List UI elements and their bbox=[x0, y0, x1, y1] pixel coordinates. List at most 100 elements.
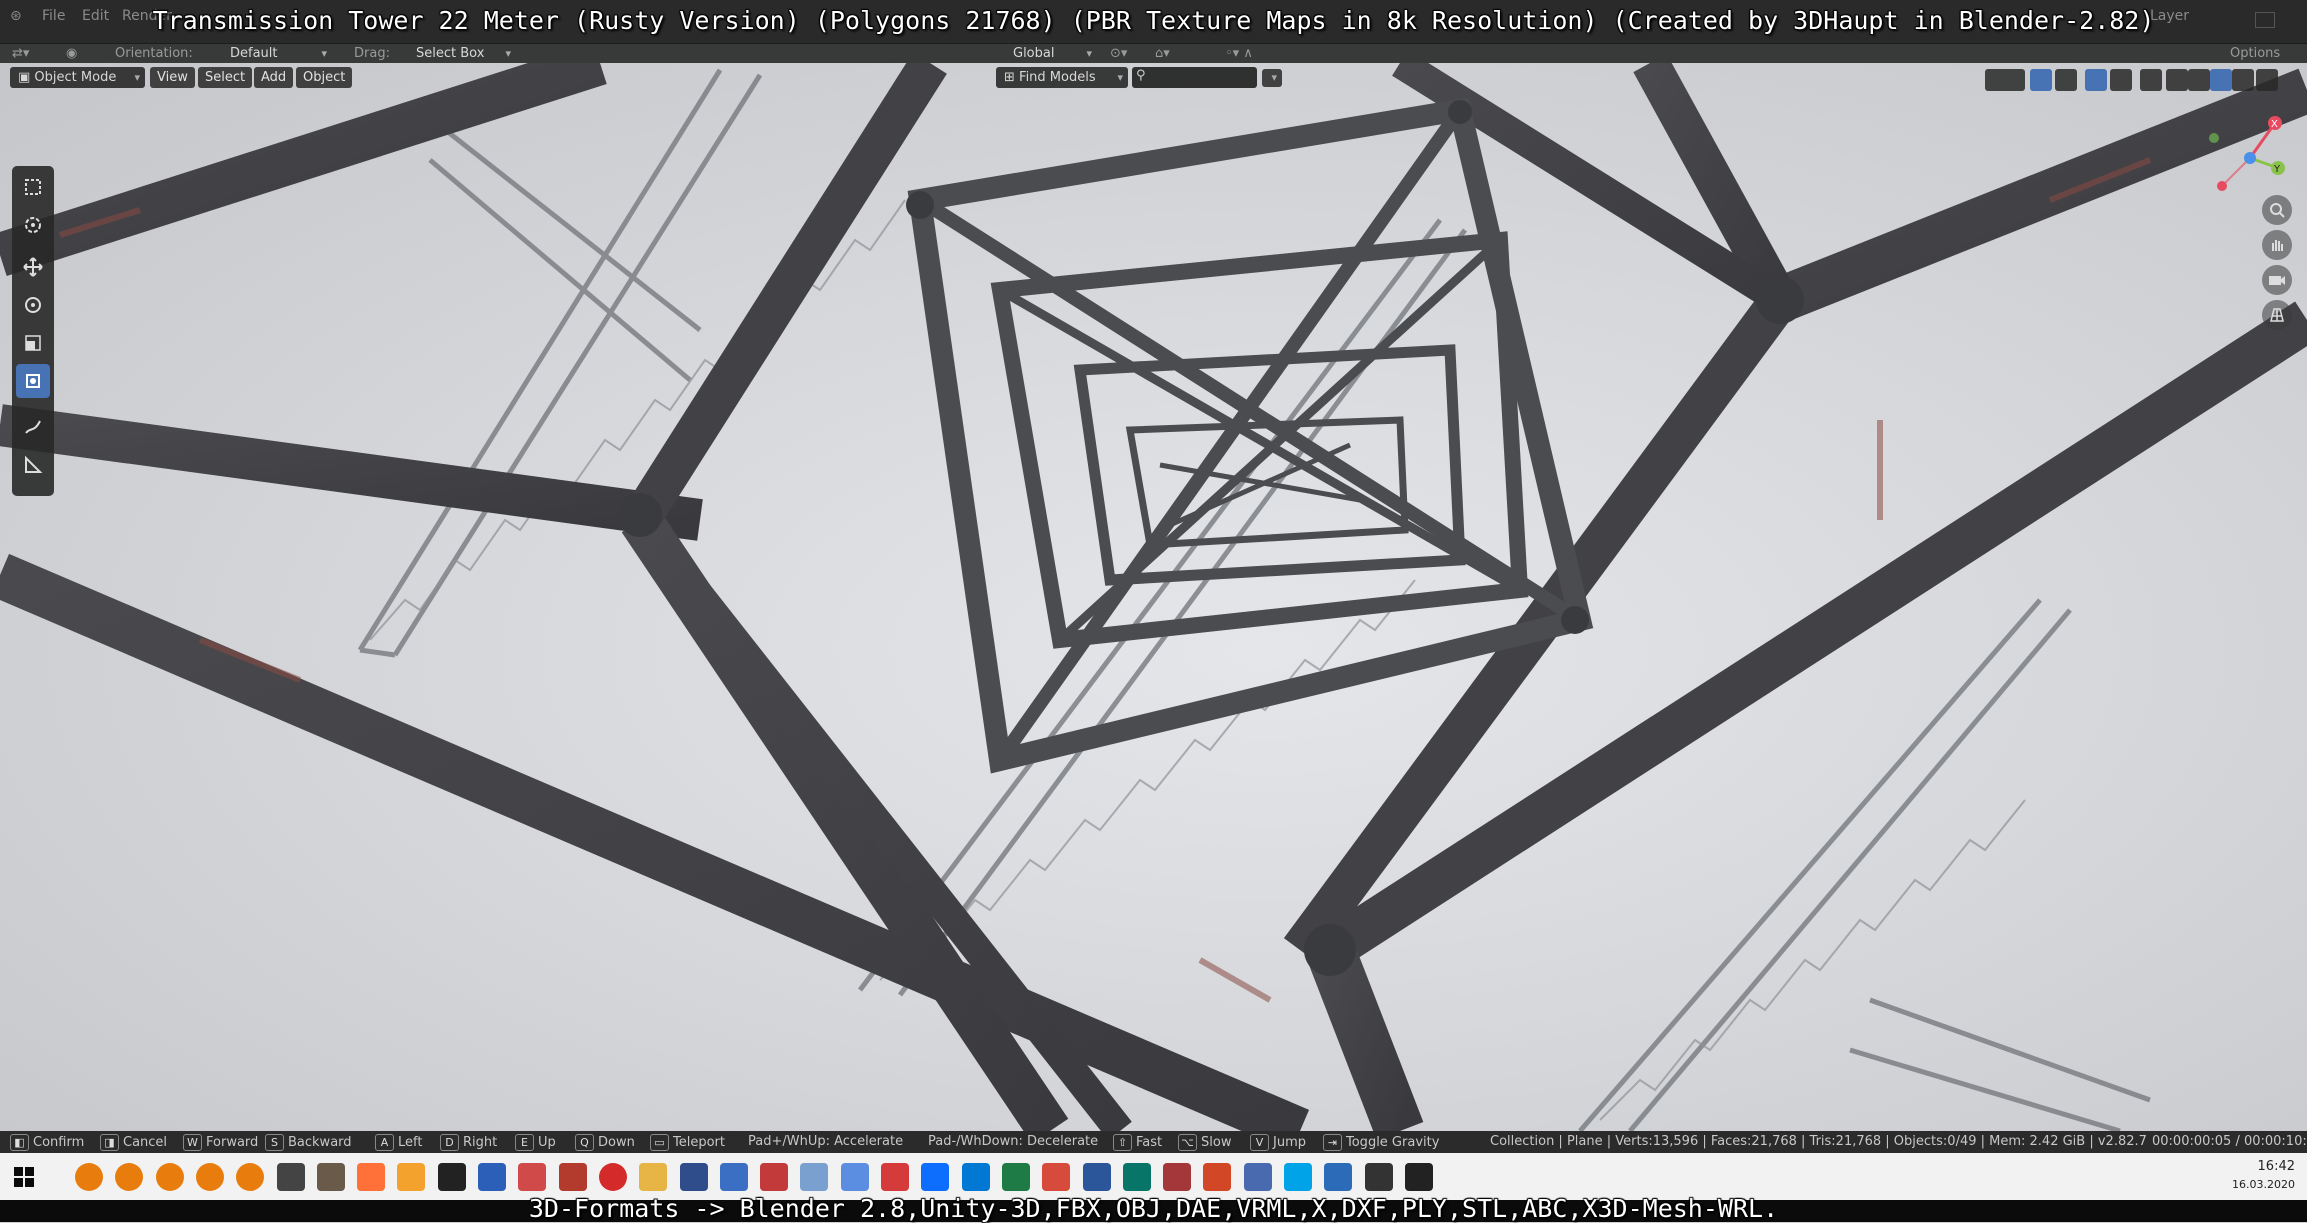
taskbar-app-icon[interactable] bbox=[397, 1163, 426, 1191]
find-models-icon: ⊞ bbox=[1004, 70, 1020, 85]
scale-icon[interactable] bbox=[16, 326, 50, 360]
view-layer-label[interactable]: Layer bbox=[2150, 8, 2189, 24]
taskbar-app-icon[interactable] bbox=[1001, 1163, 1030, 1191]
clock-time[interactable]: 16:42 bbox=[2258, 1159, 2295, 1174]
3d-viewport[interactable]: ▣ Object Mode View Select Add Object ⊞ F… bbox=[0, 63, 2307, 1131]
taskbar-app-icon[interactable] bbox=[437, 1163, 466, 1191]
status-hint-forward: W Forward bbox=[183, 1134, 258, 1151]
measure-icon[interactable] bbox=[16, 448, 50, 482]
snap-icon[interactable]: ⌂▾ bbox=[1155, 46, 1170, 61]
pan-hand-icon[interactable] bbox=[2262, 230, 2292, 260]
find-models-dropdown[interactable]: ⊞ Find Models bbox=[996, 67, 1128, 88]
blender-logo-icon[interactable]: ⊛ bbox=[10, 8, 22, 24]
menu-render[interactable]: Render bbox=[122, 8, 172, 24]
taskbar-app-icon[interactable] bbox=[1364, 1163, 1393, 1191]
perspective-grid-icon[interactable] bbox=[2262, 300, 2292, 330]
taskbar-app-icon[interactable] bbox=[478, 1163, 506, 1191]
solid-shading-icon[interactable] bbox=[2188, 69, 2210, 91]
orientation-dropdown[interactable]: Default bbox=[222, 45, 332, 63]
timecode: 00:00:00:05 / 00:00:10: bbox=[2152, 1134, 2307, 1149]
zoom-icon[interactable] bbox=[2262, 195, 2292, 225]
menu-edit[interactable]: Edit bbox=[82, 8, 109, 24]
taskbar-app-icon[interactable] bbox=[760, 1163, 789, 1191]
taskbar-app-icon[interactable] bbox=[639, 1163, 668, 1191]
menu-select[interactable]: Select bbox=[198, 67, 253, 88]
wireframe-shading-icon[interactable] bbox=[2166, 69, 2188, 91]
taskbar-app-icon[interactable] bbox=[558, 1163, 587, 1191]
shading-dropdown[interactable] bbox=[2256, 69, 2278, 91]
taskbar-app-icon[interactable] bbox=[1284, 1163, 1312, 1191]
taskbar-app-icon[interactable] bbox=[316, 1163, 345, 1191]
menu-file[interactable]: File bbox=[42, 8, 65, 24]
taskbar-app-icon[interactable] bbox=[155, 1163, 184, 1191]
pivot-icon[interactable]: ⊙▾ bbox=[1110, 46, 1127, 61]
taskbar-app-icon[interactable] bbox=[961, 1163, 990, 1191]
menu-view[interactable]: View bbox=[150, 67, 195, 88]
status-hint-accelerate: Pad+/WhUp: Accelerate bbox=[748, 1134, 904, 1149]
y-axis-label: Y bbox=[2273, 164, 2281, 175]
taskbar-app-icon[interactable] bbox=[1082, 1163, 1111, 1191]
transform-icon[interactable] bbox=[16, 364, 50, 398]
overlays-toggle-icon[interactable] bbox=[2085, 69, 2107, 91]
taskbar-app-icon[interactable] bbox=[921, 1163, 950, 1191]
taskbar-app-icon[interactable] bbox=[881, 1163, 909, 1191]
camera-view-icon[interactable] bbox=[2262, 265, 2292, 295]
status-hint-up: E Up bbox=[515, 1134, 556, 1151]
taskbar-app-icon[interactable] bbox=[115, 1163, 144, 1191]
search-options-dropdown[interactable] bbox=[1262, 69, 1282, 87]
status-hint-fast: ⇧ Fast bbox=[1113, 1134, 1162, 1151]
status-hint-slow: ⌥ Slow bbox=[1178, 1134, 1231, 1151]
windows-start-icon[interactable] bbox=[14, 1167, 34, 1187]
taskbar-app-icon[interactable] bbox=[276, 1163, 305, 1191]
annotate-icon[interactable] bbox=[16, 410, 50, 444]
proportional-edit-icon[interactable]: ◦▾ ∧ bbox=[1225, 46, 1253, 61]
overlays-dropdown[interactable] bbox=[2110, 69, 2132, 91]
taskbar-app-icon[interactable] bbox=[1163, 1163, 1192, 1191]
taskbar-app-icon[interactable] bbox=[1324, 1163, 1353, 1191]
gizmo-dropdown[interactable] bbox=[2055, 69, 2077, 91]
xray-toggle-icon[interactable] bbox=[2140, 69, 2162, 91]
move-icon[interactable] bbox=[16, 250, 50, 284]
object-mode-dropdown[interactable]: ▣ Object Mode bbox=[10, 67, 145, 88]
menu-add[interactable]: Add bbox=[254, 67, 294, 88]
taskbar-app-icon[interactable] bbox=[1243, 1163, 1272, 1191]
rotate-icon[interactable] bbox=[16, 288, 50, 322]
options-dropdown[interactable]: Options bbox=[2230, 46, 2280, 61]
taskbar-app-icon[interactable] bbox=[719, 1163, 748, 1191]
shift-key-icon: ⇧ bbox=[1113, 1134, 1132, 1151]
taskbar-app-icon[interactable] bbox=[75, 1163, 103, 1191]
menu-object[interactable]: Object bbox=[296, 67, 353, 88]
taskbar-app-icon[interactable] bbox=[1404, 1163, 1433, 1191]
taskbar-app-icon[interactable] bbox=[1042, 1163, 1071, 1191]
left-toolbar bbox=[12, 166, 54, 496]
visibility-dropdown[interactable] bbox=[1985, 69, 2025, 91]
transform-orientation-dropdown[interactable]: Global bbox=[1005, 45, 1097, 63]
rendered-shading-icon[interactable] bbox=[2232, 69, 2254, 91]
taskbar-app-icon[interactable] bbox=[598, 1163, 627, 1191]
cursor-icon[interactable] bbox=[16, 208, 50, 242]
search-input[interactable] bbox=[1132, 67, 1257, 88]
material-shading-icon[interactable] bbox=[2210, 69, 2232, 91]
taskbar-app-icon[interactable] bbox=[518, 1163, 547, 1191]
clock-date[interactable]: 16.03.2020 bbox=[2232, 1178, 2295, 1191]
tool-settings-icon[interactable]: ⇄▾ bbox=[12, 46, 29, 61]
taskbar-app-icon[interactable] bbox=[357, 1163, 386, 1191]
navigation-gizmo[interactable]: X Y bbox=[2200, 108, 2300, 208]
taskbar-app-icon[interactable] bbox=[800, 1163, 829, 1191]
drag-dropdown[interactable]: Select Box bbox=[408, 45, 516, 63]
window-icon[interactable] bbox=[2255, 12, 2275, 28]
windows-taskbar: 16:42 16.03.2020 bbox=[0, 1153, 2307, 1200]
status-hint-teleport: ▭ Teleport bbox=[650, 1134, 725, 1151]
taskbar-app-icon[interactable] bbox=[679, 1163, 708, 1191]
x-axis-label: X bbox=[2271, 119, 2278, 130]
tool-preview-icon[interactable]: ◉ bbox=[66, 46, 77, 61]
gizmo-toggle-icon[interactable] bbox=[2030, 69, 2052, 91]
taskbar-app-icon[interactable] bbox=[840, 1163, 869, 1191]
taskbar-app-icon[interactable] bbox=[236, 1163, 265, 1191]
mouse-middle-icon: ▭ bbox=[650, 1134, 669, 1151]
tool-settings-header: ⇄▾ ◉ Orientation: Default Drag: Select B… bbox=[0, 44, 2307, 63]
select-box-icon[interactable] bbox=[16, 170, 50, 204]
taskbar-app-icon[interactable] bbox=[1203, 1163, 1232, 1191]
taskbar-app-icon[interactable] bbox=[195, 1163, 224, 1191]
taskbar-app-icon[interactable] bbox=[1122, 1163, 1151, 1191]
